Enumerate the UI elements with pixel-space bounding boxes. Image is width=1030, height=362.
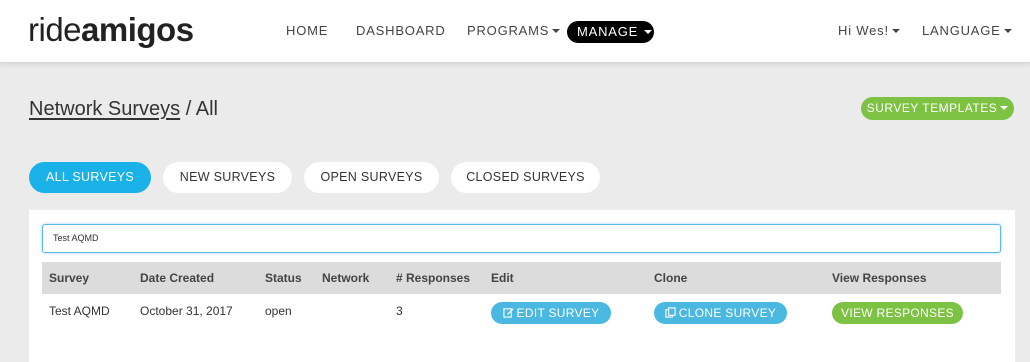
- cell-responses: 3: [396, 304, 403, 318]
- caret-down-icon: [644, 29, 653, 34]
- nav-programs[interactable]: PROGRAMS: [467, 22, 561, 40]
- edit-survey-label: EDIT SURVEY: [516, 306, 600, 320]
- caret-down-icon: [552, 28, 561, 33]
- page-title: Network Surveys / All: [29, 96, 218, 122]
- table-header: Survey Date Created Status Network # Res…: [42, 262, 1001, 294]
- survey-templates-button[interactable]: SURVEY TEMPLATES: [861, 97, 1014, 120]
- column-header-survey[interactable]: Survey: [49, 262, 89, 294]
- view-responses-button[interactable]: VIEW RESPONSES: [832, 302, 963, 324]
- edit-icon: [502, 308, 514, 318]
- caret-down-icon: [1000, 105, 1009, 110]
- column-header-view-responses: View Responses: [832, 271, 927, 285]
- search-input[interactable]: Test AQMD: [42, 224, 1001, 253]
- top-navbar: rideamigos HOME DASHBOARD PROGRAMS MANAG…: [0, 0, 1030, 63]
- survey-templates-label: SURVEY TEMPLATES: [866, 101, 998, 115]
- filter-label: NEW SURVEYS: [179, 170, 276, 184]
- breadcrumb-separator: /: [180, 98, 196, 120]
- nav-dashboard-label: DASHBOARD: [356, 23, 446, 38]
- edit-survey-button[interactable]: EDIT SURVEY: [491, 302, 611, 324]
- filter-label: CLOSED SURVEYS: [466, 170, 585, 184]
- cell-survey-name[interactable]: Test AQMD: [49, 303, 110, 319]
- caret-down-icon: [1003, 28, 1012, 33]
- filter-open-surveys[interactable]: OPEN SURVEYS: [304, 162, 439, 193]
- cell-status: open: [265, 304, 292, 318]
- column-header-clone: Clone: [654, 271, 688, 285]
- clone-survey-label: CLONE SURVEY: [678, 306, 777, 320]
- column-header-status[interactable]: Status: [265, 262, 302, 294]
- nav-user-menu[interactable]: Hi Wes!: [838, 22, 900, 40]
- column-header-date-created[interactable]: Date Created: [140, 262, 214, 294]
- rideamigos-logo[interactable]: rideamigos: [28, 10, 194, 50]
- filter-label: ALL SURVEYS: [45, 170, 135, 184]
- surveys-panel: Test AQMD Survey Date Created Status Net…: [29, 210, 1015, 362]
- cell-date-created: October 31, 2017: [140, 304, 233, 318]
- filter-all-surveys[interactable]: ALL SURVEYS: [29, 162, 151, 193]
- view-responses-label: VIEW RESPONSES: [841, 306, 954, 320]
- nav-manage[interactable]: MANAGE: [567, 21, 654, 43]
- nav-language-label: LANGUAGE: [922, 23, 1001, 38]
- logo-bold-text: amigos: [81, 11, 194, 48]
- logo-light-text: ride: [28, 11, 82, 48]
- nav-manage-label: MANAGE: [577, 24, 639, 39]
- nav-home-label: HOME: [286, 23, 329, 38]
- filter-new-surveys[interactable]: NEW SURVEYS: [163, 162, 292, 193]
- clone-icon: [665, 307, 676, 318]
- breadcrumb-network-surveys[interactable]: Network Surveys: [29, 98, 180, 120]
- search-value: Test AQMD: [53, 233, 99, 243]
- user-greeting: Hi Wes!: [838, 23, 889, 38]
- filter-closed-surveys[interactable]: CLOSED SURVEYS: [451, 162, 600, 193]
- nav-dashboard[interactable]: DASHBOARD: [356, 22, 446, 40]
- nav-language[interactable]: LANGUAGE: [922, 22, 1012, 40]
- clone-survey-button[interactable]: CLONE SURVEY: [654, 302, 787, 324]
- caret-down-icon: [891, 28, 900, 33]
- column-header-responses[interactable]: # Responses: [396, 262, 470, 294]
- column-header-network[interactable]: Network: [322, 262, 369, 294]
- nav-programs-label: PROGRAMS: [467, 23, 550, 38]
- filter-label: OPEN SURVEYS: [320, 170, 423, 184]
- column-header-edit: Edit: [491, 271, 514, 285]
- breadcrumb-current: All: [195, 98, 218, 120]
- nav-home[interactable]: HOME: [286, 22, 328, 40]
